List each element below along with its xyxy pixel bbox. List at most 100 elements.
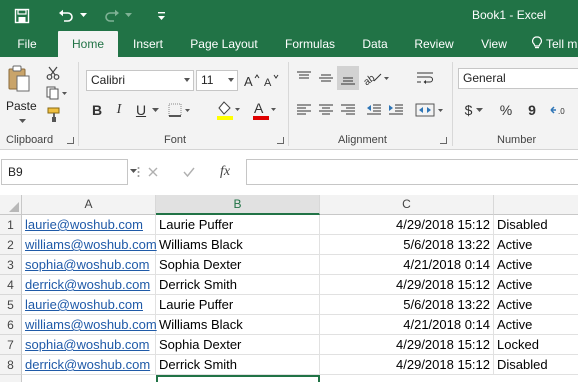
bold-button[interactable]: B — [88, 100, 106, 120]
decrease-font-size-icon[interactable]: A — [263, 70, 281, 90]
status-cell[interactable]: Active — [494, 275, 578, 295]
currency-format-button[interactable]: $ — [460, 100, 488, 120]
underline-dropdown-icon[interactable] — [150, 106, 160, 114]
paste-button[interactable]: Paste — [6, 99, 37, 113]
insert-function-icon[interactable]: fx — [214, 162, 236, 182]
name-cell[interactable]: Laurie Puffer — [156, 215, 320, 235]
name-cell[interactable]: Sophia Dexter — [156, 255, 320, 275]
decrease-indent-icon[interactable] — [364, 100, 384, 120]
status-cell[interactable]: Active — [494, 255, 578, 275]
select-all-button[interactable] — [0, 195, 22, 215]
email-cell[interactable]: sophia@woshub.com — [22, 335, 156, 355]
selected-cell-b9[interactable] — [156, 375, 320, 382]
date-cell[interactable]: 5/6/2018 13:22 — [320, 235, 494, 255]
email-cell[interactable]: williams@woshub.com — [22, 235, 157, 255]
row-header[interactable]: 6 — [0, 315, 22, 335]
formula-input[interactable] — [246, 159, 578, 185]
name-cell[interactable]: Derrick Smith — [156, 355, 320, 375]
status-cell[interactable]: Active — [494, 235, 578, 255]
name-cell[interactable]: Williams Black — [156, 235, 320, 255]
tab-data[interactable]: Data — [354, 31, 396, 57]
cut-icon[interactable] — [44, 64, 62, 82]
align-center-icon[interactable] — [316, 100, 336, 120]
name-cell[interactable]: Sophia Dexter — [156, 335, 320, 355]
formula-bar-splitter[interactable] — [136, 161, 140, 183]
increase-indent-icon[interactable] — [386, 100, 406, 120]
save-icon[interactable] — [10, 0, 34, 31]
status-cell[interactable]: Active — [494, 295, 578, 315]
paste-dropdown-icon[interactable] — [16, 116, 28, 126]
row-header[interactable]: 8 — [0, 355, 22, 375]
copy-icon[interactable] — [44, 84, 70, 102]
name-cell[interactable]: Williams Black — [156, 315, 320, 335]
cancel-icon[interactable] — [144, 163, 162, 181]
number-format-select[interactable]: General — [458, 68, 578, 89]
row-header[interactable]: 4 — [0, 275, 22, 295]
name-box[interactable]: B9 — [1, 159, 128, 185]
orientation-icon[interactable]: ab — [362, 68, 392, 88]
tab-review[interactable]: Review — [406, 31, 462, 57]
wrap-text-icon[interactable] — [414, 68, 436, 88]
date-cell[interactable]: 4/21/2018 0:14 — [320, 255, 494, 275]
alignment-dialog-launcher[interactable] — [440, 137, 447, 144]
increase-font-size-icon[interactable]: A — [243, 70, 261, 90]
column-header-a[interactable]: A — [22, 195, 156, 215]
borders-icon[interactable] — [166, 100, 194, 120]
email-cell[interactable]: derrick@woshub.com — [22, 275, 156, 295]
email-cell[interactable]: williams@woshub.com — [22, 315, 157, 335]
undo-icon[interactable] — [56, 0, 76, 31]
email-cell[interactable]: laurie@woshub.com — [22, 215, 156, 235]
customize-qat-icon[interactable] — [154, 0, 168, 31]
clipboard-dialog-launcher[interactable] — [67, 137, 74, 144]
date-cell[interactable]: 4/29/2018 15:12 — [320, 355, 494, 375]
date-cell[interactable]: 4/21/2018 0:14 — [320, 315, 494, 335]
status-cell[interactable]: Locked — [494, 335, 578, 355]
format-painter-icon[interactable] — [44, 106, 64, 124]
name-cell[interactable]: Laurie Puffer — [156, 295, 320, 315]
italic-button[interactable]: I — [110, 100, 128, 120]
undo-dropdown-icon[interactable] — [78, 0, 88, 31]
row-header[interactable]: 7 — [0, 335, 22, 355]
top-align-icon[interactable] — [294, 68, 314, 88]
merge-center-icon[interactable] — [414, 100, 446, 120]
status-cell[interactable]: Disabled — [494, 355, 578, 375]
tab-insert[interactable]: Insert — [124, 31, 172, 57]
date-cell[interactable]: 4/29/2018 15:12 — [320, 275, 494, 295]
percent-style-button[interactable]: % — [496, 100, 516, 120]
row-header[interactable] — [0, 375, 22, 382]
row-header[interactable]: 3 — [0, 255, 22, 275]
row-header[interactable]: 1 — [0, 215, 22, 235]
underline-button[interactable]: U — [132, 100, 150, 120]
enter-icon[interactable] — [180, 163, 198, 181]
email-cell[interactable]: sophia@woshub.com — [22, 255, 156, 275]
column-header-b[interactable]: B — [156, 195, 320, 215]
column-header-c[interactable]: C — [320, 195, 494, 215]
align-right-icon[interactable] — [338, 100, 358, 120]
middle-align-icon[interactable] — [316, 68, 336, 88]
email-cell[interactable]: derrick@woshub.com — [22, 355, 156, 375]
date-cell[interactable]: 4/29/2018 15:12 — [320, 215, 494, 235]
tab-home[interactable]: Home — [58, 31, 118, 57]
paste-icon[interactable] — [6, 64, 32, 94]
column-header-d[interactable] — [494, 195, 578, 215]
increase-decimal-icon[interactable]: .0 — [548, 100, 572, 120]
row-header[interactable]: 2 — [0, 235, 22, 255]
row-header[interactable]: 5 — [0, 295, 22, 315]
font-color-icon[interactable]: A — [250, 98, 278, 122]
tab-page-layout[interactable]: Page Layout — [180, 31, 268, 57]
tab-formulas[interactable]: Formulas — [276, 31, 344, 57]
tab-view[interactable]: View — [472, 31, 516, 57]
email-cell[interactable]: laurie@woshub.com — [22, 295, 156, 315]
redo-icon[interactable] — [102, 0, 122, 31]
date-cell[interactable]: 5/6/2018 13:22 — [320, 295, 494, 315]
tab-tell-me[interactable]: Tell m — [532, 31, 578, 57]
name-cell[interactable]: Derrick Smith — [156, 275, 320, 295]
align-left-icon[interactable] — [294, 100, 314, 120]
tab-file[interactable]: File — [8, 31, 46, 57]
font-family-select[interactable]: Calibri — [86, 70, 194, 91]
comma-style-button[interactable]: 9 — [522, 100, 542, 120]
font-dialog-launcher[interactable] — [277, 137, 284, 144]
font-size-select[interactable]: 11 — [196, 70, 238, 91]
date-cell[interactable]: 4/29/2018 15:12 — [320, 335, 494, 355]
redo-dropdown-icon[interactable] — [123, 0, 133, 31]
